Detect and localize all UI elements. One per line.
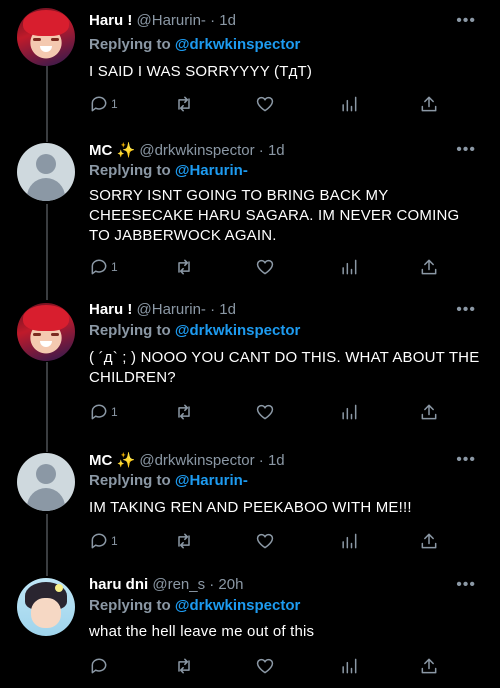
replying-to-mention[interactable]: @drkwkinspector	[175, 597, 301, 614]
avatar[interactable]	[17, 453, 75, 511]
tweet-text: what the hell leave me out of this	[89, 623, 315, 640]
replying-to-mention[interactable]: @Harurin-	[175, 472, 248, 489]
share-button[interactable]	[419, 401, 439, 423]
heart-icon	[256, 533, 274, 549]
tweet[interactable]: Haru ! @Harurin- · 1d ••• Replying to @d…	[0, 295, 500, 445]
share-icon	[421, 96, 437, 112]
analytics-icon	[342, 404, 357, 420]
share-button[interactable]	[419, 93, 439, 115]
tweet[interactable]: MC ✨ @drkwkinspector · 1d ••• Replying t…	[0, 135, 500, 295]
like-button[interactable]	[255, 530, 275, 552]
retweet-button[interactable]	[174, 256, 194, 278]
user-handle[interactable]: @ren_s	[152, 576, 205, 593]
user-handle[interactable]: @drkwkinspector	[139, 142, 254, 159]
reply-button[interactable]	[89, 655, 111, 677]
tweet-text: IM TAKING REN AND PEEKABOO WITH ME!!!	[89, 499, 412, 516]
heart-icon	[256, 658, 274, 674]
more-options-icon[interactable]: •••	[456, 301, 476, 319]
analytics-button[interactable]	[339, 655, 359, 677]
analytics-icon	[342, 96, 357, 112]
reply-icon	[91, 404, 107, 420]
heart-icon	[256, 404, 274, 420]
analytics-button[interactable]	[339, 401, 359, 423]
display-name[interactable]: haru dni	[89, 576, 148, 593]
reply-count: 1	[111, 405, 118, 419]
tweet-time[interactable]: · 1d	[259, 142, 285, 159]
more-options-icon[interactable]: •••	[456, 141, 476, 159]
heart-icon	[256, 259, 274, 275]
user-handle[interactable]: @drkwkinspector	[139, 452, 254, 469]
replying-to-mention[interactable]: @Harurin-	[175, 162, 248, 179]
analytics-icon	[342, 533, 357, 549]
tweet[interactable]: haru dni @ren_s · 20h ••• Replying to @d…	[0, 570, 500, 688]
tweet-time[interactable]: · 1d	[259, 452, 285, 469]
like-button[interactable]	[255, 655, 275, 677]
replying-to-mention[interactable]: @drkwkinspector	[175, 322, 301, 339]
reply-icon	[91, 259, 107, 275]
retweet-icon	[178, 658, 190, 674]
tweet-time[interactable]: · 1d	[210, 301, 236, 318]
reply-button[interactable]: 1	[89, 401, 118, 423]
reply-button[interactable]: 1	[89, 530, 118, 552]
share-icon	[421, 259, 437, 275]
share-button[interactable]	[419, 530, 439, 552]
reply-count: 1	[111, 534, 118, 548]
reply-icon	[91, 658, 107, 674]
like-button[interactable]	[255, 256, 275, 278]
like-button[interactable]	[255, 93, 275, 115]
more-options-icon[interactable]: •••	[456, 576, 476, 594]
reply-icon	[91, 533, 107, 549]
replying-to-label: Replying to	[89, 597, 171, 614]
display-name[interactable]: Haru !	[89, 301, 132, 318]
avatar[interactable]	[17, 303, 75, 361]
analytics-button[interactable]	[339, 530, 359, 552]
retweet-icon	[178, 259, 190, 275]
display-name[interactable]: MC ✨	[89, 142, 135, 159]
heart-icon	[256, 96, 274, 112]
user-handle[interactable]: @Harurin-	[137, 12, 206, 29]
tweet-time[interactable]: · 20h	[209, 576, 243, 593]
display-name[interactable]: Haru !	[89, 12, 132, 29]
reply-icon	[91, 96, 107, 112]
replying-to-label: Replying to	[89, 322, 171, 339]
retweet-icon	[178, 96, 190, 112]
user-handle[interactable]: @Harurin-	[137, 301, 206, 318]
tweet-text: I SAID I WAS SORRYYYY (ТдТ)	[89, 63, 313, 80]
analytics-icon	[342, 658, 357, 674]
share-icon	[421, 658, 437, 674]
analytics-button[interactable]	[339, 93, 359, 115]
tweet[interactable]: MC ✨ @drkwkinspector · 1d ••• Replying t…	[0, 445, 500, 570]
tweet-time[interactable]: · 1d	[210, 12, 236, 29]
share-button[interactable]	[419, 655, 439, 677]
retweet-button[interactable]	[174, 655, 194, 677]
reply-button[interactable]: 1	[89, 93, 118, 115]
share-icon	[421, 533, 437, 549]
retweet-button[interactable]	[174, 530, 194, 552]
avatar[interactable]	[17, 143, 75, 201]
share-button[interactable]	[419, 256, 439, 278]
tweet[interactable]: Haru ! @Harurin- · 1d ••• Replying to @d…	[0, 0, 500, 135]
replying-to-label: Replying to	[89, 162, 171, 179]
replying-to-mention[interactable]: @drkwkinspector	[175, 36, 301, 53]
avatar[interactable]	[17, 8, 75, 66]
retweet-icon	[178, 533, 190, 549]
tweet-text: ( ´д` ; ) NOOO YOU CANT DO THIS. WHAT AB…	[89, 349, 480, 386]
reply-button[interactable]: 1	[89, 256, 118, 278]
avatar[interactable]	[17, 578, 75, 636]
retweet-button[interactable]	[174, 401, 194, 423]
analytics-icon	[342, 259, 357, 275]
tweet-text: SORRY ISNT GOING TO BRING BACK MY CHEESE…	[89, 187, 460, 244]
more-options-icon[interactable]: •••	[456, 12, 476, 30]
like-button[interactable]	[255, 401, 275, 423]
reply-count: 1	[111, 97, 118, 111]
replying-to-label: Replying to	[89, 36, 171, 53]
more-options-icon[interactable]: •••	[456, 451, 476, 469]
analytics-button[interactable]	[339, 256, 359, 278]
share-icon	[421, 404, 437, 420]
retweet-icon	[178, 404, 190, 420]
display-name[interactable]: MC ✨	[89, 452, 135, 469]
replying-to-label: Replying to	[89, 472, 171, 489]
reply-count: 1	[111, 260, 118, 274]
retweet-button[interactable]	[174, 93, 194, 115]
